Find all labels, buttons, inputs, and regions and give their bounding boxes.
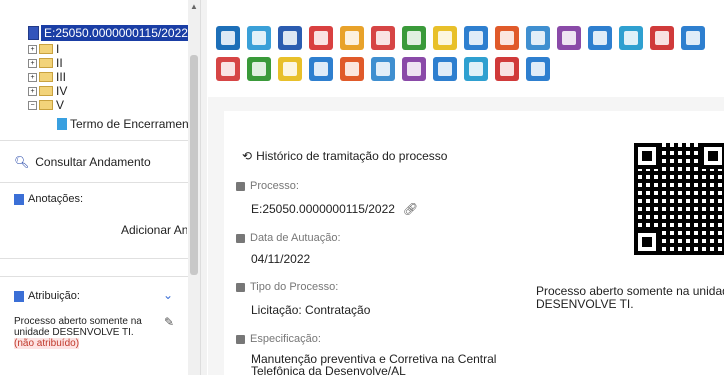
sobrestar-button[interactable] [650, 26, 674, 50]
atribuicao-text: Processo aberto somente na unidade DESEN… [14, 316, 142, 349]
search-icon: 🔍︎ [14, 155, 30, 169]
iniciar-processo-button[interactable] [247, 26, 271, 50]
folder-icon [39, 58, 53, 68]
panel-splitter[interactable] [200, 0, 207, 375]
bloco-button[interactable] [557, 26, 581, 50]
comment-icon [236, 334, 245, 344]
tree-node-iv[interactable]: + IV [28, 84, 67, 98]
consultar-andamento-link[interactable]: 🔍︎ Consultar Andamento [14, 155, 151, 169]
data-autuacao-label: Data de Autuação: [236, 232, 341, 244]
ciencia-button[interactable] [433, 57, 457, 81]
especificacao-label: Especificação: [236, 333, 321, 345]
atribuicao-label: Atribuição: [14, 290, 80, 302]
tree-node-v[interactable]: − V [28, 98, 64, 112]
imprimir-button[interactable] [526, 57, 550, 81]
divider [0, 276, 188, 277]
expand-icon[interactable]: + [28, 72, 37, 82]
pesquisar-button[interactable] [402, 57, 426, 81]
comentarios-button[interactable] [371, 57, 395, 81]
process-tree-panel: E:25050.0000000115/2022 ☆ +I +II +III +I… [0, 0, 207, 375]
process-icon [236, 181, 245, 191]
notes-icon [14, 193, 24, 205]
scroll-thumb[interactable] [190, 55, 198, 275]
marcador-button[interactable] [309, 57, 333, 81]
folder-icon [39, 72, 53, 82]
tipo-processo-label: Tipo do Processo: [236, 281, 338, 293]
folder-icon [39, 44, 53, 54]
concluir-button[interactable] [464, 57, 488, 81]
qr-finder [634, 229, 660, 255]
anotacoes-label: Anotações: [14, 193, 83, 205]
relacionar-button[interactable] [526, 26, 550, 50]
gerar-zip-button[interactable] [278, 57, 302, 81]
scroll-up-icon[interactable]: ▲ [190, 2, 198, 11]
qr-finder [700, 143, 724, 169]
atualizar-andamento-button[interactable] [402, 26, 426, 50]
data-autuacao-value: 04/11/2022 [251, 252, 311, 266]
historico-link[interactable]: ⟲ Histórico de tramitação do processo [242, 149, 447, 163]
document-icon [57, 118, 67, 130]
content-area: ⟲ Histórico de tramitação do processo Pr… [208, 97, 724, 378]
excluir-button[interactable] [216, 57, 240, 81]
gerar-pdf-button[interactable] [247, 57, 271, 81]
chevron-down-icon[interactable]: ⌄ [163, 288, 173, 302]
enviar-email-button[interactable] [495, 26, 519, 50]
tree-node-ii[interactable]: + II [28, 56, 63, 70]
processo-value: E:25050.0000000115/2022 🔗︎ [251, 202, 419, 216]
tree-node-i[interactable]: + I [28, 42, 59, 56]
reabrir-button[interactable] [495, 57, 519, 81]
left-scrollbar[interactable]: ▲ [188, 0, 200, 375]
anotacao-button[interactable] [619, 26, 643, 50]
process-icon [28, 26, 39, 40]
processo-label: Processo: [236, 180, 299, 192]
folder-open-icon [39, 100, 53, 110]
enviar-button[interactable] [371, 26, 395, 50]
gerar-pdf-button[interactable] [588, 26, 612, 50]
user-icon [14, 290, 24, 302]
relacionamento-button[interactable] [278, 26, 302, 50]
editar-button[interactable] [681, 26, 705, 50]
especificacao-value: Manutenção preventiva e Corretiva na Cen… [251, 352, 497, 378]
process-number-link[interactable]: E:25050.0000000115/2022 [41, 25, 191, 41]
tree-node-iii[interactable]: + III [28, 70, 66, 84]
atribuir-button[interactable] [433, 26, 457, 50]
process-info-panel: ⟲ Histórico de tramitação do processo Pr… [224, 111, 724, 378]
collapse-icon[interactable]: − [28, 100, 37, 110]
edit-icon[interactable]: ✎ [164, 315, 174, 329]
duplicar-button[interactable] [464, 26, 488, 50]
divider [0, 182, 188, 183]
nao-atribuido-badge: (não atribuído) [14, 338, 80, 349]
link-icon[interactable]: 🔗︎ [403, 202, 418, 216]
expand-icon[interactable]: + [28, 44, 37, 54]
adicionar-anotacao-link[interactable]: Adicionar Anotação [117, 223, 187, 237]
credencial-button[interactable] [340, 26, 364, 50]
expand-icon[interactable]: + [28, 86, 37, 96]
folder-icon [236, 282, 245, 292]
calendar-icon [236, 233, 245, 243]
ponto-controle-button[interactable] [340, 57, 364, 81]
divider [0, 258, 188, 259]
qr-note: Processo aberto somente na unidade DESEN… [536, 284, 724, 311]
process-node[interactable]: E:25050.0000000115/2022 ☆ [28, 24, 207, 42]
divider [0, 140, 188, 141]
tree-leaf-termo[interactable]: Termo de Encerramento [57, 117, 199, 131]
history-icon: ⟲ [242, 149, 253, 163]
qr-code [634, 143, 724, 255]
expand-icon[interactable]: + [28, 58, 37, 68]
tipo-processo-value: Licitação: Contratação [251, 303, 371, 317]
incluir-documento-button[interactable] [216, 26, 240, 50]
qr-finder [634, 143, 660, 169]
acompanhamento-button[interactable] [309, 26, 333, 50]
folder-icon [39, 86, 53, 96]
